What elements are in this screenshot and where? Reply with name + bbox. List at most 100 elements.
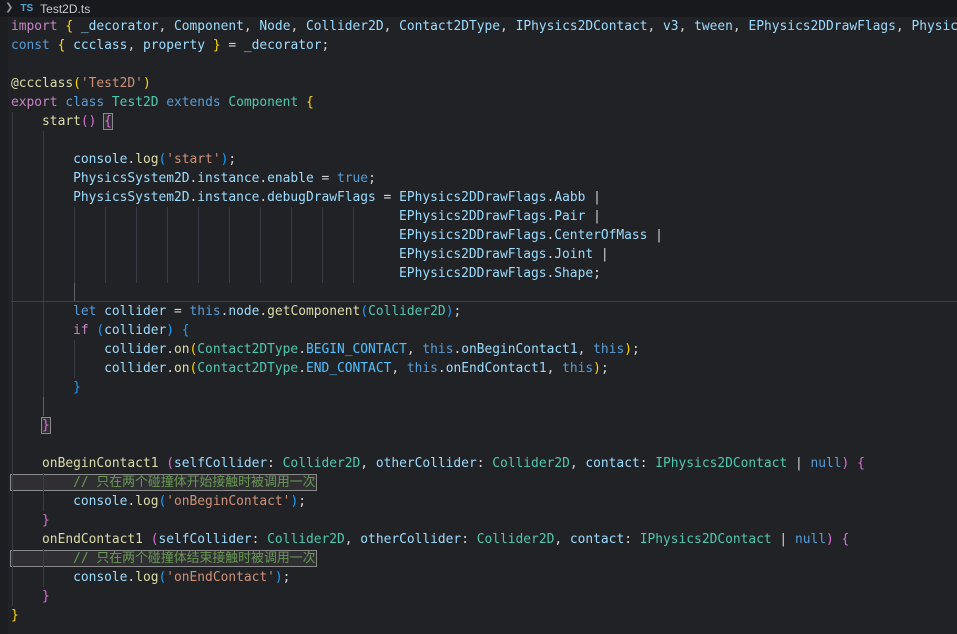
code-token: this <box>593 342 625 357</box>
code-line[interactable]: onEndContact1 (selfCollider: Collider2D,… <box>0 530 957 549</box>
code-token: , <box>554 532 570 547</box>
indent-guide <box>12 435 13 454</box>
indent-guide <box>12 530 13 549</box>
code-line[interactable]: EPhysics2DDrawFlags.Shape; <box>0 264 957 283</box>
code-token: . <box>259 171 268 186</box>
indent-guide <box>12 416 13 435</box>
code-token: instance <box>197 190 260 205</box>
code-line[interactable]: onBeginContact1 (selfCollider: Collider2… <box>0 454 957 473</box>
indent-guide <box>43 492 45 511</box>
indent-guide <box>353 207 355 226</box>
code-line[interactable] <box>0 397 957 416</box>
indent-guide <box>353 226 355 245</box>
code-token: collider <box>104 342 167 357</box>
code-token: . <box>259 190 268 205</box>
chevron-expand-icon[interactable]: ❯ <box>5 2 13 13</box>
code-line[interactable]: EPhysics2DDrawFlags.CenterOfMass | <box>0 226 957 245</box>
code-area[interactable]: import { _decorator, Component, Node, Co… <box>0 17 957 634</box>
code-line[interactable] <box>0 55 957 74</box>
indent-guide <box>12 397 13 416</box>
code-line[interactable]: EPhysics2DDrawFlags.Joint | <box>0 245 957 264</box>
code-line[interactable]: EPhysics2DDrawFlags.Pair | <box>0 207 957 226</box>
code-line[interactable] <box>0 435 957 454</box>
indent-guide <box>198 264 200 283</box>
code-line[interactable]: @ccclass('Test2D') <box>0 74 957 93</box>
indent-guide <box>136 264 138 283</box>
code-token: IPhysics2DContact <box>515 19 648 34</box>
code-token: , <box>732 19 749 34</box>
indent-guide <box>291 207 293 226</box>
code-token: debugDrawFlags <box>267 190 376 205</box>
code-token: enable <box>267 171 314 186</box>
code-line[interactable]: if (collider) { <box>0 321 957 340</box>
code-line[interactable]: const { ccclass, property } = _decorator… <box>0 36 957 55</box>
code-token: onBeginContact1 <box>42 456 159 471</box>
code-line[interactable]: console.log('onBeginContact'); <box>0 492 957 511</box>
code-token: . <box>437 361 446 376</box>
code-line[interactable]: export class Test2D extends Component { <box>0 93 957 112</box>
indent-guide <box>43 549 45 568</box>
indent-guide <box>43 340 45 359</box>
code-token: otherCollider <box>360 532 462 547</box>
code-line[interactable] <box>0 283 957 302</box>
code-line[interactable]: } <box>0 416 957 435</box>
code-token: onEndContact1 <box>42 532 143 547</box>
code-line[interactable]: // 只在两个碰撞体开始接触时被调用一次 <box>0 473 957 492</box>
code-line[interactable]: PhysicsSystem2D.instance.debugDrawFlags … <box>0 188 957 207</box>
code-token: selfCollider <box>158 532 252 547</box>
indent-guide <box>43 321 45 340</box>
code-line[interactable]: } <box>0 587 957 606</box>
breadcrumb-filename[interactable]: Test2D.ts <box>40 2 90 16</box>
code-line[interactable]: collider.on(Contact2DType.BEGIN_CONTACT,… <box>0 340 957 359</box>
code-token: , <box>546 361 563 376</box>
code-lines: import { _decorator, Component, Node, Co… <box>0 17 957 625</box>
code-line[interactable]: collider.on(Contact2DType.END_CONTACT, t… <box>0 359 957 378</box>
code-line[interactable]: // 只在两个碰撞体结束接触时被调用一次 <box>0 549 957 568</box>
code-token: ) <box>826 532 834 547</box>
code-line[interactable]: console.log('start'); <box>0 150 957 169</box>
code-token: : <box>624 532 640 547</box>
indent-guide <box>12 283 13 302</box>
code-token: Joint <box>554 247 594 262</box>
code-line[interactable]: } <box>0 511 957 530</box>
indent-guide <box>43 378 45 397</box>
indent-guide <box>105 245 107 264</box>
code-token: , <box>678 19 695 34</box>
code-token: import <box>11 19 58 34</box>
code-token: PhysicsSystem2D <box>73 171 190 186</box>
code-line[interactable]: start() { <box>0 112 957 131</box>
code-token: ) <box>624 342 632 357</box>
indent-guide <box>12 473 13 492</box>
indent-guide <box>260 226 262 245</box>
code-line[interactable]: PhysicsSystem2D.instance.enable = true; <box>0 169 957 188</box>
code-token: ; <box>600 361 609 376</box>
code-token: Contact2DType <box>197 361 299 376</box>
code-token: ) <box>166 323 175 338</box>
code-token: _decorator <box>80 19 159 34</box>
code-token: . <box>166 361 174 376</box>
code-token: { <box>181 323 190 338</box>
indent-guide <box>74 245 76 264</box>
indent-guide <box>12 511 13 530</box>
code-line[interactable]: } <box>0 606 957 625</box>
typescript-file-icon: TS <box>20 3 34 14</box>
code-token: onBeginContact1 <box>461 342 578 357</box>
code-token: Collider2D <box>476 532 555 547</box>
code-token: , <box>344 532 361 547</box>
code-line[interactable]: import { _decorator, Component, Node, Co… <box>0 17 957 36</box>
indent-guide <box>260 245 262 264</box>
indent-guide <box>12 150 13 169</box>
code-token: { <box>857 456 865 471</box>
code-line[interactable]: let collider = this.node.getComponent(Co… <box>0 302 957 321</box>
code-token: // 只在两个碰撞体开始接触时被调用一次 <box>10 474 317 491</box>
code-line[interactable]: console.log('onEndContact'); <box>0 568 957 587</box>
code-line[interactable] <box>0 131 957 150</box>
indent-guide <box>12 112 13 131</box>
code-line[interactable]: } <box>0 378 957 397</box>
